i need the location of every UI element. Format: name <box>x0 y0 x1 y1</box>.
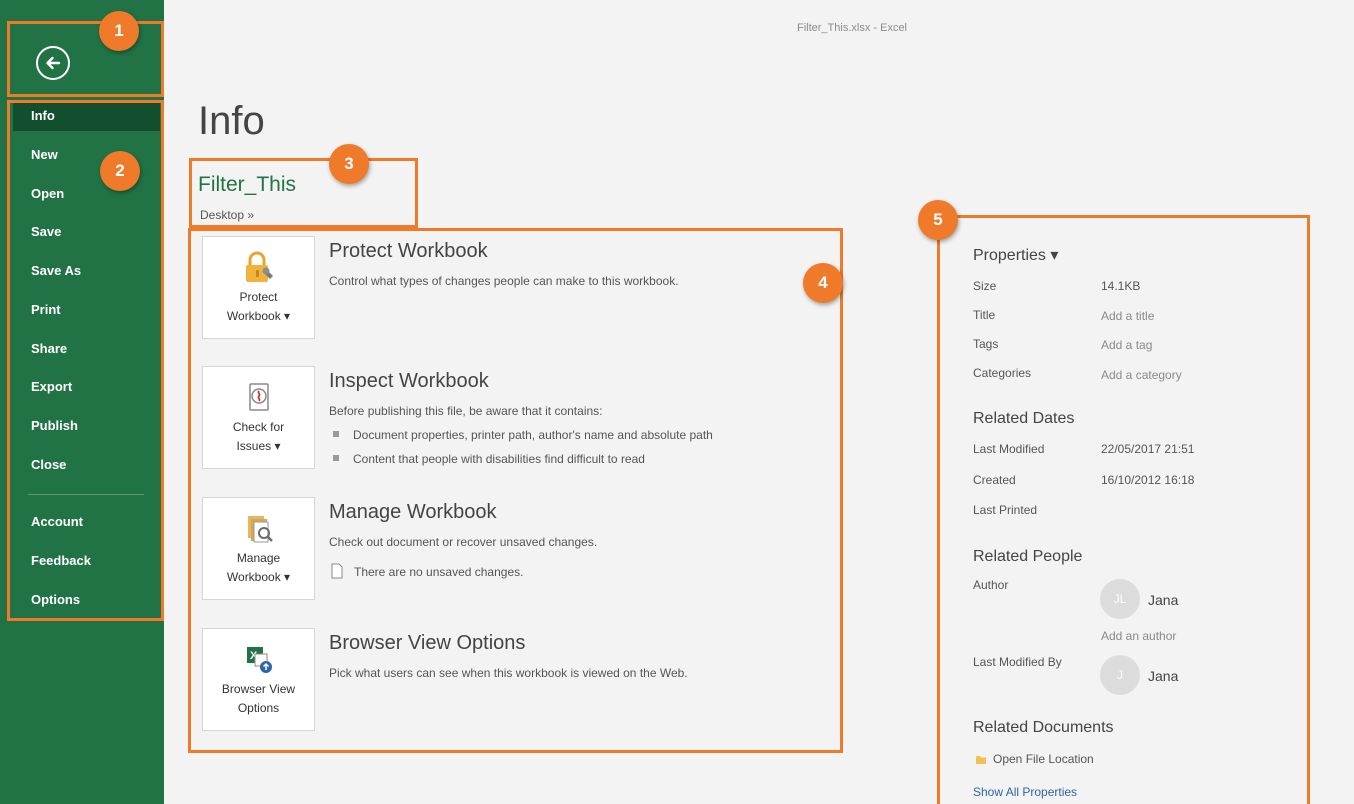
callout-box-2 <box>7 100 164 621</box>
callout-box-3 <box>189 158 418 228</box>
callout-box-5 <box>937 215 1310 804</box>
window-title: Filter_This.xlsx - Excel <box>796 22 908 34</box>
callout-badge-3: 3 <box>329 144 369 184</box>
callout-badge-5: 5 <box>918 200 958 240</box>
callout-box-1 <box>7 21 164 97</box>
callout-badge-2: 2 <box>100 151 140 191</box>
callout-box-4 <box>188 228 843 753</box>
page-title: Info <box>198 99 265 143</box>
callout-badge-4: 4 <box>803 263 843 303</box>
callout-badge-1: 1 <box>99 11 139 51</box>
